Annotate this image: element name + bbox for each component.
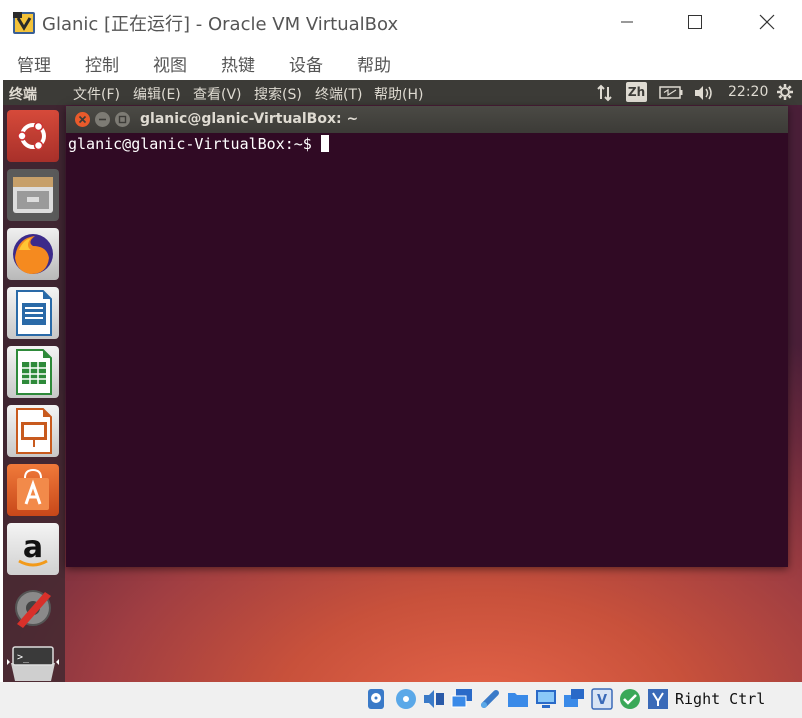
- svg-text:>_: >_: [17, 652, 30, 663]
- svg-text:a: a: [23, 530, 43, 565]
- terminal-menu-search[interactable]: 搜索(S): [254, 84, 302, 104]
- ubuntu-dash-icon: [17, 121, 46, 151]
- terminal-maximize-button[interactable]: [115, 112, 130, 127]
- impress-icon: [16, 408, 52, 454]
- launcher-files[interactable]: [7, 169, 59, 221]
- terminal-menu-terminal[interactable]: 终端(T): [315, 84, 362, 104]
- launcher-calc[interactable]: [7, 346, 59, 398]
- keyboard-icon[interactable]: [646, 687, 670, 711]
- menu-machine[interactable]: 管理: [17, 51, 51, 76]
- display-icon[interactable]: [534, 687, 558, 711]
- window-titlebar: Glanic [正在运行] - Oracle VM VirtualBox: [0, 0, 802, 44]
- vm-statusbar: V Right Ctrl: [0, 682, 802, 718]
- launcher-terminal[interactable]: >_: [7, 641, 59, 682]
- text-cursor: [320, 135, 329, 152]
- writer-icon: [16, 290, 52, 336]
- menu-view[interactable]: 视图: [153, 51, 187, 76]
- maximize-icon: [688, 15, 702, 29]
- input-method-indicator[interactable]: Zh: [626, 82, 647, 102]
- minimize-button[interactable]: [604, 0, 650, 44]
- clock[interactable]: 22:20: [728, 84, 768, 100]
- host-key-label: Right Ctrl: [675, 690, 766, 708]
- launcher-dash[interactable]: [7, 110, 59, 162]
- launcher-software[interactable]: [7, 464, 59, 516]
- network-icon[interactable]: [450, 687, 474, 711]
- terminal-close-button[interactable]: [75, 112, 90, 127]
- close-icon: [78, 115, 87, 124]
- vm-display[interactable]: 终端 文件(F) 编辑(E) 查看(V) 搜索(S) 终端(T) 帮助(H) Z…: [3, 80, 802, 682]
- system-settings-icon: [15, 590, 51, 628]
- virtualbox-app-icon: [13, 12, 35, 34]
- mouse-integration-icon[interactable]: [618, 687, 642, 711]
- menu-control[interactable]: 控制: [85, 51, 119, 76]
- close-button[interactable]: [744, 0, 790, 44]
- launcher-impress[interactable]: [7, 405, 59, 457]
- usb-icon[interactable]: [478, 687, 502, 711]
- virtualization-icon[interactable]: V: [590, 687, 614, 711]
- terminal-titlebar[interactable]: glanic@glanic-VirtualBox: ~: [66, 106, 788, 133]
- launcher-settings[interactable]: [7, 582, 59, 634]
- shell-prompt: glanic@glanic-VirtualBox:~$: [68, 135, 321, 153]
- terminal-menu-view[interactable]: 查看(V): [193, 84, 242, 104]
- calc-icon: [16, 349, 52, 395]
- menu-devices[interactable]: 设备: [289, 51, 323, 76]
- terminal-minimize-button[interactable]: [95, 112, 110, 127]
- terminal-menu-edit[interactable]: 编辑(E): [133, 84, 181, 104]
- guest-topbar: 终端 文件(F) 编辑(E) 查看(V) 搜索(S) 终端(T) 帮助(H) Z…: [3, 80, 802, 105]
- firefox-icon: [13, 234, 53, 274]
- terminal-menu-help[interactable]: 帮助(H): [374, 84, 423, 104]
- svg-text:V: V: [597, 693, 607, 708]
- maximize-icon: [118, 115, 127, 124]
- active-app-name: 终端: [9, 87, 37, 103]
- launcher-amazon[interactable]: a: [7, 523, 59, 575]
- terminal-window[interactable]: glanic@glanic-VirtualBox: ~ glanic@glani…: [66, 106, 788, 567]
- close-icon: [759, 14, 775, 30]
- terminal-menu-file[interactable]: 文件(F): [73, 84, 120, 104]
- terminal-body[interactable]: glanic@glanic-VirtualBox:~$: [66, 133, 788, 567]
- files-icon: [13, 177, 53, 213]
- screen-recording-icon[interactable]: [562, 687, 586, 711]
- software-center-icon: [17, 468, 49, 510]
- terminal-icon: >_: [7, 646, 59, 681]
- terminal-prompt-line[interactable]: glanic@glanic-VirtualBox:~$: [68, 135, 329, 153]
- shared-folders-icon[interactable]: [506, 687, 530, 711]
- unity-launcher: a >_: [3, 105, 65, 682]
- maximize-button[interactable]: [672, 0, 718, 44]
- minimize-icon: [99, 118, 106, 121]
- launcher-firefox[interactable]: [7, 228, 59, 280]
- system-gear-icon[interactable]: [776, 83, 794, 101]
- amazon-icon: a: [18, 530, 48, 567]
- terminal-title: glanic@glanic-VirtualBox: ~: [140, 111, 359, 127]
- menubar: 管理 控制 视图 热键 设备 帮助: [0, 44, 802, 80]
- launcher-writer[interactable]: [7, 287, 59, 339]
- network-updown-icon[interactable]: [596, 84, 614, 102]
- window-title: Glanic [正在运行] - Oracle VM VirtualBox: [42, 14, 399, 35]
- menu-help[interactable]: 帮助: [357, 51, 391, 76]
- battery-icon[interactable]: [659, 86, 683, 99]
- minimize-icon: [621, 21, 633, 23]
- volume-icon[interactable]: [693, 84, 715, 102]
- hard-disk-icon[interactable]: [364, 687, 388, 711]
- menu-hotkey[interactable]: 热键: [221, 51, 255, 76]
- audio-icon[interactable]: [422, 687, 446, 711]
- optical-drive-icon[interactable]: [394, 687, 418, 711]
